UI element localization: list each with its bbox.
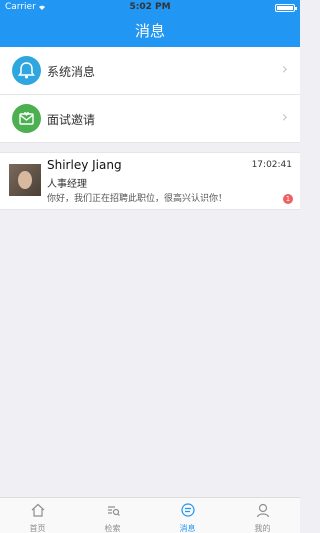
mail-heart-icon bbox=[12, 104, 41, 133]
page-title: 消息 bbox=[134, 22, 165, 40]
tab-messages-label: 消息 bbox=[179, 524, 196, 533]
chevron-right-icon: › bbox=[281, 59, 288, 78]
tab-profile[interactable]: 我的 bbox=[225, 498, 300, 533]
tab-messages[interactable]: 消息 bbox=[150, 498, 225, 533]
conversation-item[interactable]: Shirley Jiang 人事经理 你好，我们正在招聘此职位，很高兴认识你！ … bbox=[0, 152, 300, 210]
interview-invite-label: 面试邀请 bbox=[47, 113, 96, 127]
tab-bar: 首页 检索 消息 我的 bbox=[0, 497, 300, 533]
system-messages-row[interactable]: 系统消息 › bbox=[0, 47, 300, 95]
tab-search[interactable]: 检索 bbox=[75, 498, 150, 533]
system-messages-label: 系统消息 bbox=[47, 65, 96, 79]
unread-badge: 1 bbox=[283, 194, 293, 204]
battery-icon bbox=[275, 4, 297, 12]
status-time: 5:02 PM bbox=[129, 2, 171, 12]
status-bar: Carrier 5:02 PM bbox=[0, 2, 300, 14]
sender-name: Shirley Jiang bbox=[47, 158, 122, 172]
message-icon bbox=[180, 503, 195, 517]
avatar bbox=[9, 164, 41, 196]
tab-home[interactable]: 首页 bbox=[0, 498, 75, 533]
bell-icon bbox=[12, 56, 41, 85]
message-time: 17:02:41 bbox=[251, 160, 292, 170]
app-header: Carrier 5:02 PM 消息 bbox=[0, 0, 300, 47]
tab-profile-label: 我的 bbox=[254, 524, 271, 533]
home-icon bbox=[31, 503, 44, 517]
chevron-right-icon: › bbox=[281, 107, 288, 126]
tab-search-label: 检索 bbox=[104, 524, 121, 533]
interview-invite-row[interactable]: 面试邀请 › bbox=[0, 95, 300, 143]
user-icon bbox=[256, 503, 269, 518]
system-list: 系统消息 › 面试邀请 › bbox=[0, 47, 300, 143]
tab-home-label: 首页 bbox=[29, 524, 46, 533]
sender-role: 人事经理 bbox=[47, 179, 87, 190]
message-preview: 你好，我们正在招聘此职位，很高兴认识你！ bbox=[47, 194, 228, 204]
search-list-icon bbox=[107, 506, 120, 516]
